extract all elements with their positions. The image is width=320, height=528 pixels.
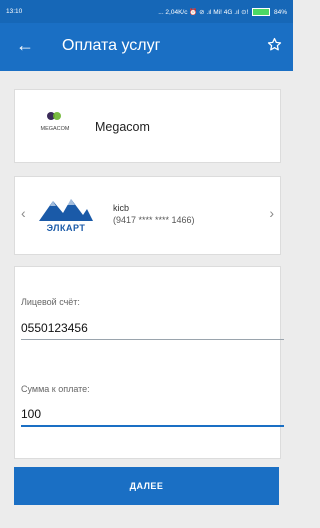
account-label: Лицевой счёт:	[21, 297, 80, 307]
provider-card[interactable]: MEGACOM Megacom	[14, 89, 281, 163]
elcart-logo: ЭЛКАРТ	[37, 193, 95, 239]
elcart-wordmark: ЭЛКАРТ	[46, 223, 86, 233]
megacom-logo-icon	[47, 112, 61, 120]
status-time: 13:10	[6, 8, 23, 15]
app-bar: ← Оплата услуг	[0, 23, 293, 71]
status-bar: 13:10 ... 2,04K/c ⏰ ⊘ .ıl Mi! 4G .ıl ⊙! …	[0, 0, 293, 23]
megacom-logo: MEGACOM	[33, 106, 77, 144]
battery-level: 84%	[273, 9, 287, 16]
card-selector[interactable]: ‹ ЭЛКАРТ kicb (9417 **** **** 1466) ›	[14, 176, 281, 255]
back-arrow-icon[interactable]: ←	[16, 35, 34, 55]
chevron-right-icon[interactable]: ›	[269, 205, 274, 221]
amount-label: Сумма к оплате:	[21, 384, 90, 394]
payment-form: Лицевой счёт: Сумма к оплате:	[14, 266, 284, 459]
network-indicators: ... 2,04K/c ⏰ ⊘ .ıl Mi! 4G .ıl ⊙!	[158, 9, 249, 16]
page-title: Оплата услуг	[62, 37, 161, 54]
chevron-left-icon[interactable]: ‹	[21, 205, 26, 221]
card-number: (9417 **** **** 1466)	[113, 215, 195, 225]
card-bank: kicb	[113, 203, 130, 213]
status-indicators: ... 2,04K/c ⏰ ⊘ .ıl Mi! 4G .ıl ⊙! 84%	[158, 8, 287, 17]
next-button[interactable]: ДАЛЕЕ	[14, 467, 279, 505]
megacom-logo-text: MEGACOM	[40, 126, 70, 132]
mountains-icon	[39, 199, 93, 221]
provider-name: Megacom	[95, 120, 150, 134]
amount-input[interactable]	[21, 403, 284, 427]
battery-icon	[252, 8, 271, 17]
account-input[interactable]	[21, 317, 284, 340]
star-outline-icon[interactable]	[267, 37, 282, 57]
